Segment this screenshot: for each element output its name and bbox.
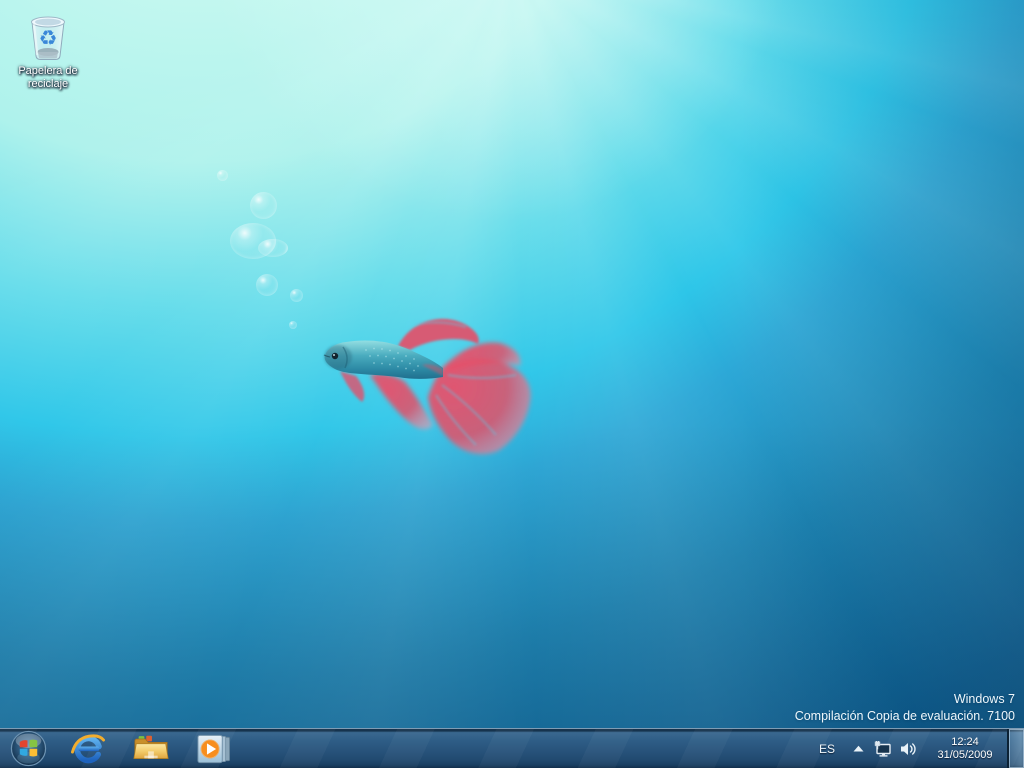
- bubble: [256, 274, 278, 296]
- clock[interactable]: 12:24 31/05/2009: [927, 729, 1003, 768]
- internet-explorer-icon: [70, 733, 105, 763]
- clock-time: 12:24: [951, 735, 979, 748]
- volume-button[interactable]: [895, 729, 921, 768]
- bubble: [217, 170, 228, 181]
- network-icon: [874, 740, 891, 757]
- bubble: [290, 289, 303, 302]
- bubble: [258, 239, 288, 257]
- show-desktop-button[interactable]: [1007, 729, 1024, 768]
- taskbar-item-internet-explorer[interactable]: [56, 729, 119, 769]
- system-tray: ES 12:24 31/05/2009: [813, 729, 1024, 768]
- bubble: [250, 192, 277, 219]
- clock-date: 31/05/2009: [937, 748, 993, 761]
- recycle-bin-shortcut[interactable]: ♻ Papelera de reciclaje: [13, 8, 83, 91]
- media-player-icon: [197, 734, 230, 763]
- taskbar: ES 12:24 31/05/2009: [0, 728, 1024, 768]
- show-hidden-icons-button[interactable]: [847, 729, 869, 768]
- start-button[interactable]: [0, 729, 56, 769]
- taskbar-item-media-player[interactable]: [182, 729, 245, 769]
- taskbar-item-windows-explorer[interactable]: [119, 729, 182, 769]
- recycle-bin-icon: ♻: [31, 16, 65, 60]
- desktop: ♻ Papelera de reciclaje Windows 7 Compil…: [0, 0, 1024, 768]
- betta-fish: [323, 318, 531, 455]
- recycle-bin-label: Papelera de reciclaje: [18, 65, 78, 90]
- language-indicator[interactable]: ES: [813, 729, 841, 768]
- watermark-os-name: Windows 7: [953, 692, 1015, 706]
- svg-text:♻: ♻: [39, 26, 58, 50]
- speaker-icon: [900, 742, 916, 755]
- windows-start-orb-icon: [10, 730, 46, 767]
- chevron-up-icon: [853, 745, 863, 752]
- watermark-build-info: Compilación Copia de evaluación. 7100: [794, 709, 1015, 723]
- folder-icon: [132, 735, 169, 759]
- build-watermark: Windows 7 Compilación Copia de evaluació…: [795, 691, 1015, 725]
- network-status-button[interactable]: [869, 729, 895, 768]
- bubble: [289, 321, 297, 329]
